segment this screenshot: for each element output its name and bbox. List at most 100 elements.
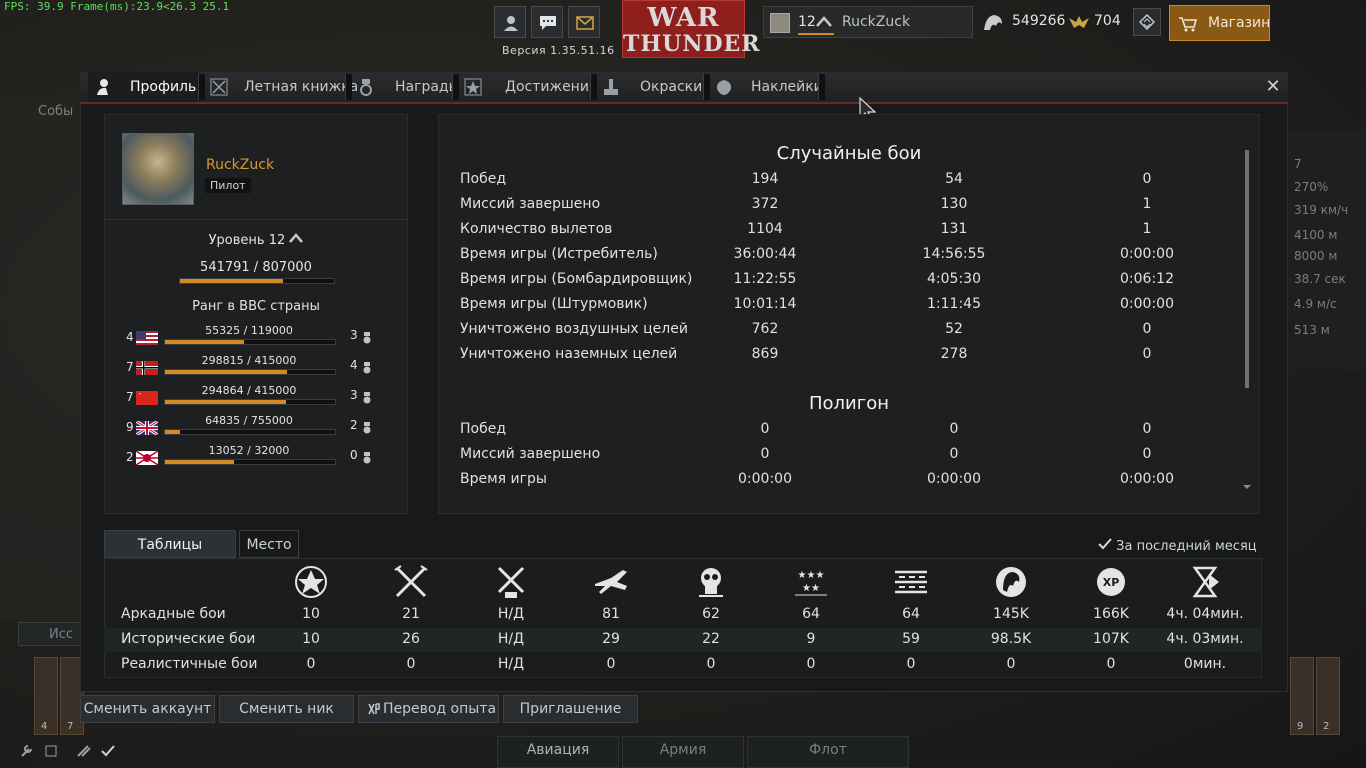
stat-row: Миссий завершено 0 0 0 [460,446,1220,468]
nation-rank-row[interactable]: 7 294864 / 415000 3 [126,384,386,415]
nation-rank: 2 [126,450,134,464]
player-title[interactable]: Пилот [205,178,251,193]
tab-skins[interactable]: Окраски [596,72,702,102]
stars-icon[interactable]: ★★★ ★★ [791,564,831,600]
scrollbar-thumb[interactable] [1245,150,1249,388]
silver-lions: 549266 [978,6,1065,38]
stat-value: 0:06:12 [1120,271,1174,287]
stat-value: 1:11:45 [927,296,981,312]
vehicle-card[interactable]: 4 [34,657,58,735]
nation-medals: 4 [350,358,358,372]
bg-stat: 513 м [1294,323,1330,337]
vehicle-card[interactable]: 2 [1316,657,1340,735]
research-tab[interactable]: Исс [18,622,88,646]
eagle-icon [1069,16,1089,28]
medal-icon [362,449,372,464]
chat-button[interactable] [531,6,563,38]
stat-name: Количество вылетов [460,221,613,237]
last-month-checkbox[interactable]: За последний месяц [1098,538,1257,554]
invite-button[interactable]: Приглашение [503,695,638,723]
change-nick-button[interactable]: Сменить ник [219,695,354,723]
scroll-down-icon[interactable] [1242,484,1252,490]
nation-progress-fill [165,460,235,464]
stat-row: Побед 194 54 0 [460,171,1220,193]
tab-decals[interactable]: Наклейки [709,72,823,102]
vehicle-card[interactable]: 9 [1290,657,1314,735]
nation-rank-row[interactable]: 2 13052 / 32000 0 [126,444,386,475]
leaderboard-value: 10 [302,631,320,647]
stat-value: 0 [1142,321,1152,337]
player-info-box[interactable]: 12 RuckZuck [763,6,973,38]
victories-icon[interactable] [291,564,331,600]
medal-icon [362,419,372,434]
stat-value: 131 [940,221,968,237]
nation-rank-row[interactable]: 9 64835 / 755000 2 [126,414,386,445]
stat-row: Количество вылетов 1104 131 1 [460,221,1220,243]
stat-value: 278 [940,346,968,362]
logbook-icon [210,78,228,96]
bg-stat: 7 [1294,157,1302,171]
leaderboard-value: Н/Д [497,606,525,622]
stat-row: Побед 0 0 0 [460,421,1220,443]
leaderboard-row: Аркадные бои 10 21 Н/Д 81 62 64 64 145K 166K 4ч. 0… [104,603,1262,627]
leaderboard-value: 59 [902,631,920,647]
time-icon[interactable] [1185,564,1225,600]
nation-xp: 294864 / 415000 [201,384,297,397]
tab-aviation[interactable]: Авиация [497,736,619,768]
flights-icon[interactable] [591,564,631,600]
stat-value: 0 [1142,421,1152,437]
nation-progress-bar [164,399,336,405]
bottom-tool-icons [20,742,120,762]
nation-rank-row[interactable]: 7 298815 / 415000 4 [126,354,386,385]
bottom-mode-tabs: Авиация Армия Флот [497,736,909,768]
level-progress-bar [179,278,335,284]
stat-value: 0 [760,421,770,437]
chat-icon [540,16,556,30]
friends-button[interactable] [494,6,526,38]
medal-icon [362,329,372,344]
kills-ground-icon[interactable] [491,564,531,600]
nation-rank-row[interactable]: 4 55325 / 119000 3 [126,324,386,355]
stat-value: 36:00:44 [733,246,797,262]
tab-awards[interactable]: Награды [351,72,460,102]
tab-place[interactable]: Место [239,530,299,558]
close-button[interactable]: ✕ [1262,76,1284,98]
missions-icon[interactable] [891,564,931,600]
medal-icon [362,359,372,374]
nation-xp: 55325 / 119000 [205,324,293,337]
tab-logbook[interactable]: Летная книжка [204,72,358,102]
cart-icon [1179,17,1198,32]
player-name[interactable]: RuckZuck [206,157,274,173]
convert-xp-button[interactable]: Перевод опыта [358,695,499,723]
mail-button[interactable] [568,6,600,38]
switch-account-button[interactable]: Сменить аккаунт [80,695,215,723]
wrench-icon[interactable] [20,742,120,760]
bg-stat: 38.7 сек [1294,272,1346,286]
leaderboard-value: 64 [902,606,920,622]
bg-stat: 4.9 м/с [1294,297,1337,311]
exchange-button[interactable] [1133,8,1161,36]
shop-button[interactable]: Магазин [1169,5,1270,41]
bg-stat: 4100 м [1294,228,1338,242]
lions-icon[interactable] [991,564,1031,600]
avatar[interactable] [122,133,194,205]
tab-label: Профиль [130,79,197,95]
deaths-icon[interactable] [691,564,731,600]
lions-amount: 549266 [1012,13,1066,29]
stat-value: 1 [1142,221,1152,237]
tab-achievements[interactable]: Достижения [458,72,597,102]
tab-fleet[interactable]: Флот [747,736,909,768]
nation-rank: 9 [126,420,134,434]
tab-army[interactable]: Армия [622,736,744,768]
tab-profile[interactable]: Профиль [88,72,198,102]
stat-name: Уничтожено воздушных целей [460,321,688,337]
xp-icon[interactable]: XP [1091,564,1131,600]
kills-air-icon[interactable] [391,564,431,600]
tab-separator [818,74,825,100]
tab-records[interactable]: Таблицы рекордов [104,530,236,581]
stat-value: 54 [945,171,963,187]
stat-value: 0 [949,421,959,437]
stat-row: Время игры (Истребитель) 36:00:44 14:56:55… [460,246,1220,268]
leaderboard-value: 22 [702,631,720,647]
stat-name: Время игры (Истребитель) [460,246,658,262]
